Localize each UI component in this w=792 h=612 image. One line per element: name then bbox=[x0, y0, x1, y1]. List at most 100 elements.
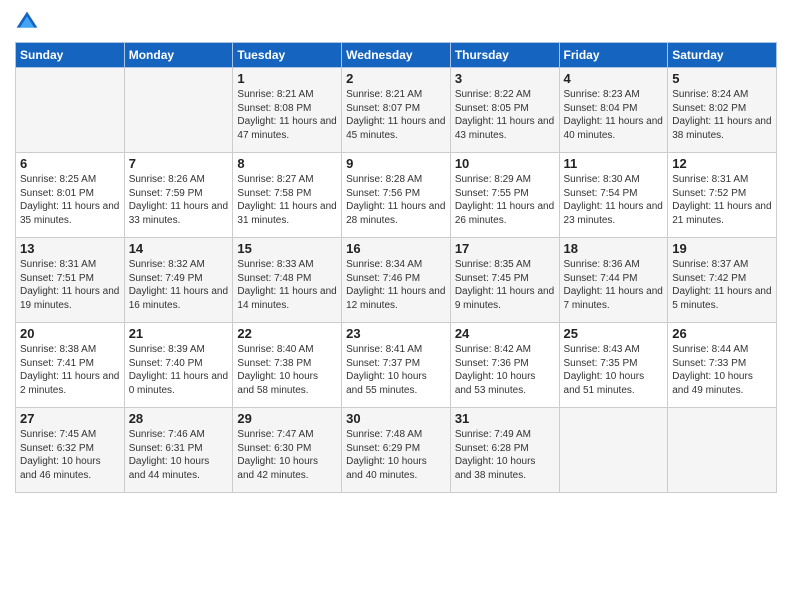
day-number: 4 bbox=[564, 71, 664, 86]
day-number: 18 bbox=[564, 241, 664, 256]
day-info: Sunrise: 8:34 AM Sunset: 7:46 PM Dayligh… bbox=[346, 258, 446, 312]
day-number: 17 bbox=[455, 241, 555, 256]
day-cell bbox=[668, 408, 777, 493]
day-cell: 29 Sunrise: 7:47 AM Sunset: 6:30 PM Dayli… bbox=[233, 408, 342, 493]
day-number: 27 bbox=[20, 411, 120, 426]
day-cell: 15 Sunrise: 8:33 AM Sunset: 7:48 PM Dayli… bbox=[233, 238, 342, 323]
day-cell: 6 Sunrise: 8:25 AM Sunset: 8:01 PM Daylig… bbox=[16, 153, 125, 238]
header-cell-thursday: Thursday bbox=[450, 43, 559, 68]
day-number: 16 bbox=[346, 241, 446, 256]
day-info: Sunrise: 7:46 AM Sunset: 6:31 PM Dayligh… bbox=[129, 428, 229, 482]
day-cell: 28 Sunrise: 7:46 AM Sunset: 6:31 PM Dayli… bbox=[124, 408, 233, 493]
day-info: Sunrise: 8:28 AM Sunset: 7:56 PM Dayligh… bbox=[346, 173, 446, 227]
day-cell: 2 Sunrise: 8:21 AM Sunset: 8:07 PM Daylig… bbox=[342, 68, 451, 153]
day-info: Sunrise: 8:30 AM Sunset: 7:54 PM Dayligh… bbox=[564, 173, 664, 227]
day-number: 25 bbox=[564, 326, 664, 341]
day-info: Sunrise: 8:21 AM Sunset: 8:07 PM Dayligh… bbox=[346, 88, 446, 142]
week-row-5: 27Sunrise: 7:45 AM Sunset: 6:32 PM Dayli… bbox=[16, 408, 777, 493]
day-info: Sunrise: 7:48 AM Sunset: 6:29 PM Dayligh… bbox=[346, 428, 446, 482]
header-row: SundayMondayTuesdayWednesdayThursdayFrid… bbox=[16, 43, 777, 68]
day-cell: 10 Sunrise: 8:29 AM Sunset: 7:55 PM Dayli… bbox=[450, 153, 559, 238]
day-info: Sunrise: 8:39 AM Sunset: 7:40 PM Dayligh… bbox=[129, 343, 229, 397]
day-number: 31 bbox=[455, 411, 555, 426]
day-info: Sunrise: 8:29 AM Sunset: 7:55 PM Dayligh… bbox=[455, 173, 555, 227]
day-info: Sunrise: 8:33 AM Sunset: 7:48 PM Dayligh… bbox=[237, 258, 337, 312]
day-number: 3 bbox=[455, 71, 555, 86]
day-number: 15 bbox=[237, 241, 337, 256]
week-row-3: 13 Sunrise: 8:31 AM Sunset: 7:51 PM Dayli… bbox=[16, 238, 777, 323]
day-cell: 24 Sunrise: 8:42 AM Sunset: 7:36 PM Dayli… bbox=[450, 323, 559, 408]
day-info: Sunrise: 8:23 AM Sunset: 8:04 PM Dayligh… bbox=[564, 88, 664, 142]
day-cell: 31 Sunrise: 7:49 AM Sunset: 6:28 PM Dayli… bbox=[450, 408, 559, 493]
day-number: 24 bbox=[455, 326, 555, 341]
day-number: 26 bbox=[672, 326, 772, 341]
day-number: 11 bbox=[564, 156, 664, 171]
day-number: 21 bbox=[129, 326, 229, 341]
day-cell: 8 Sunrise: 8:27 AM Sunset: 7:58 PM Daylig… bbox=[233, 153, 342, 238]
day-info: Sunrise: 8:41 AM Sunset: 7:37 PM Dayligh… bbox=[346, 343, 446, 397]
day-cell: 26Sunrise: 8:44 AM Sunset: 7:33 PM Dayli… bbox=[668, 323, 777, 408]
day-number: 2 bbox=[346, 71, 446, 86]
day-number: 8 bbox=[237, 156, 337, 171]
day-info: Sunrise: 8:42 AM Sunset: 7:36 PM Dayligh… bbox=[455, 343, 555, 397]
day-cell: 5 Sunrise: 8:24 AM Sunset: 8:02 PM Daylig… bbox=[668, 68, 777, 153]
week-row-1: 1 Sunrise: 8:21 AM Sunset: 8:08 PM Daylig… bbox=[16, 68, 777, 153]
week-row-4: 20Sunrise: 8:38 AM Sunset: 7:41 PM Dayli… bbox=[16, 323, 777, 408]
day-cell: 13 Sunrise: 8:31 AM Sunset: 7:51 PM Dayli… bbox=[16, 238, 125, 323]
day-cell: 9 Sunrise: 8:28 AM Sunset: 7:56 PM Daylig… bbox=[342, 153, 451, 238]
day-number: 28 bbox=[129, 411, 229, 426]
day-cell: 3 Sunrise: 8:22 AM Sunset: 8:05 PM Daylig… bbox=[450, 68, 559, 153]
day-info: Sunrise: 8:25 AM Sunset: 8:01 PM Dayligh… bbox=[20, 173, 120, 227]
day-info: Sunrise: 7:47 AM Sunset: 6:30 PM Dayligh… bbox=[237, 428, 337, 482]
calendar-body: 1 Sunrise: 8:21 AM Sunset: 8:08 PM Daylig… bbox=[16, 68, 777, 493]
day-cell bbox=[16, 68, 125, 153]
day-info: Sunrise: 8:43 AM Sunset: 7:35 PM Dayligh… bbox=[564, 343, 664, 397]
day-info: Sunrise: 8:37 AM Sunset: 7:42 PM Dayligh… bbox=[672, 258, 772, 312]
week-row-2: 6 Sunrise: 8:25 AM Sunset: 8:01 PM Daylig… bbox=[16, 153, 777, 238]
header-cell-friday: Friday bbox=[559, 43, 668, 68]
header bbox=[15, 10, 777, 34]
day-cell: 14Sunrise: 8:32 AM Sunset: 7:49 PM Dayli… bbox=[124, 238, 233, 323]
day-cell: 7Sunrise: 8:26 AM Sunset: 7:59 PM Daylig… bbox=[124, 153, 233, 238]
day-info: Sunrise: 8:22 AM Sunset: 8:05 PM Dayligh… bbox=[455, 88, 555, 142]
day-cell: 27Sunrise: 7:45 AM Sunset: 6:32 PM Dayli… bbox=[16, 408, 125, 493]
day-info: Sunrise: 8:31 AM Sunset: 7:52 PM Dayligh… bbox=[672, 173, 772, 227]
day-number: 22 bbox=[237, 326, 337, 341]
calendar-table: SundayMondayTuesdayWednesdayThursdayFrid… bbox=[15, 42, 777, 493]
day-info: Sunrise: 7:49 AM Sunset: 6:28 PM Dayligh… bbox=[455, 428, 555, 482]
day-number: 19 bbox=[672, 241, 772, 256]
day-cell: 16 Sunrise: 8:34 AM Sunset: 7:46 PM Dayli… bbox=[342, 238, 451, 323]
day-number: 5 bbox=[672, 71, 772, 86]
day-cell: 30Sunrise: 7:48 AM Sunset: 6:29 PM Dayli… bbox=[342, 408, 451, 493]
day-cell: 25 Sunrise: 8:43 AM Sunset: 7:35 PM Dayli… bbox=[559, 323, 668, 408]
day-number: 14 bbox=[129, 241, 229, 256]
day-info: Sunrise: 8:26 AM Sunset: 7:59 PM Dayligh… bbox=[129, 173, 229, 227]
header-cell-tuesday: Tuesday bbox=[233, 43, 342, 68]
day-cell: 4 Sunrise: 8:23 AM Sunset: 8:04 PM Daylig… bbox=[559, 68, 668, 153]
day-info: Sunrise: 8:40 AM Sunset: 7:38 PM Dayligh… bbox=[237, 343, 337, 397]
header-cell-monday: Monday bbox=[124, 43, 233, 68]
day-cell: 17Sunrise: 8:35 AM Sunset: 7:45 PM Dayli… bbox=[450, 238, 559, 323]
day-number: 10 bbox=[455, 156, 555, 171]
day-info: Sunrise: 8:24 AM Sunset: 8:02 PM Dayligh… bbox=[672, 88, 772, 142]
day-info: Sunrise: 8:27 AM Sunset: 7:58 PM Dayligh… bbox=[237, 173, 337, 227]
day-cell: 23 Sunrise: 8:41 AM Sunset: 7:37 PM Dayli… bbox=[342, 323, 451, 408]
day-number: 9 bbox=[346, 156, 446, 171]
day-cell: 21 Sunrise: 8:39 AM Sunset: 7:40 PM Dayli… bbox=[124, 323, 233, 408]
day-cell: 19 Sunrise: 8:37 AM Sunset: 7:42 PM Dayli… bbox=[668, 238, 777, 323]
day-cell bbox=[124, 68, 233, 153]
day-info: Sunrise: 8:38 AM Sunset: 7:41 PM Dayligh… bbox=[20, 343, 120, 397]
day-cell: 1 Sunrise: 8:21 AM Sunset: 8:08 PM Daylig… bbox=[233, 68, 342, 153]
day-info: Sunrise: 8:21 AM Sunset: 8:08 PM Dayligh… bbox=[237, 88, 337, 142]
day-number: 23 bbox=[346, 326, 446, 341]
day-info: Sunrise: 8:31 AM Sunset: 7:51 PM Dayligh… bbox=[20, 258, 120, 312]
day-number: 12 bbox=[672, 156, 772, 171]
day-number: 29 bbox=[237, 411, 337, 426]
day-number: 1 bbox=[237, 71, 337, 86]
day-info: Sunrise: 8:36 AM Sunset: 7:44 PM Dayligh… bbox=[564, 258, 664, 312]
day-number: 13 bbox=[20, 241, 120, 256]
day-cell: 12 Sunrise: 8:31 AM Sunset: 7:52 PM Dayli… bbox=[668, 153, 777, 238]
day-cell: 11 Sunrise: 8:30 AM Sunset: 7:54 PM Dayli… bbox=[559, 153, 668, 238]
day-number: 6 bbox=[20, 156, 120, 171]
day-cell: 20Sunrise: 8:38 AM Sunset: 7:41 PM Dayli… bbox=[16, 323, 125, 408]
